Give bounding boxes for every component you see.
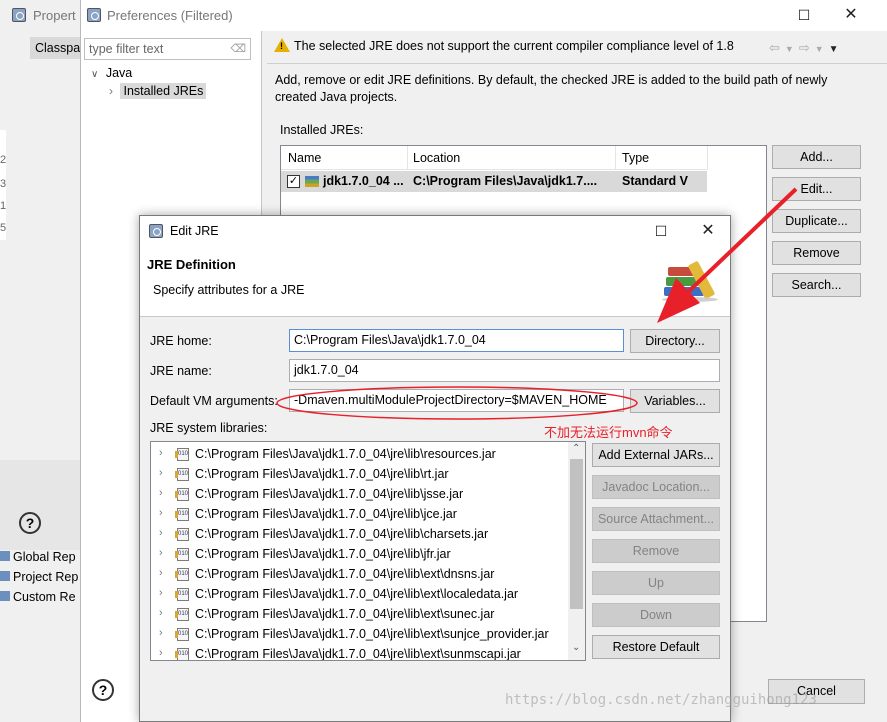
watermark: https://blog.csdn.net/zhangguihong123 [505,692,817,708]
annotation-text: 不加无法运行mvn命令 [544,425,673,440]
annotation-overlay [276,187,798,420]
annotation-ellipse [276,386,638,420]
annotation-arrow-line [686,187,798,294]
